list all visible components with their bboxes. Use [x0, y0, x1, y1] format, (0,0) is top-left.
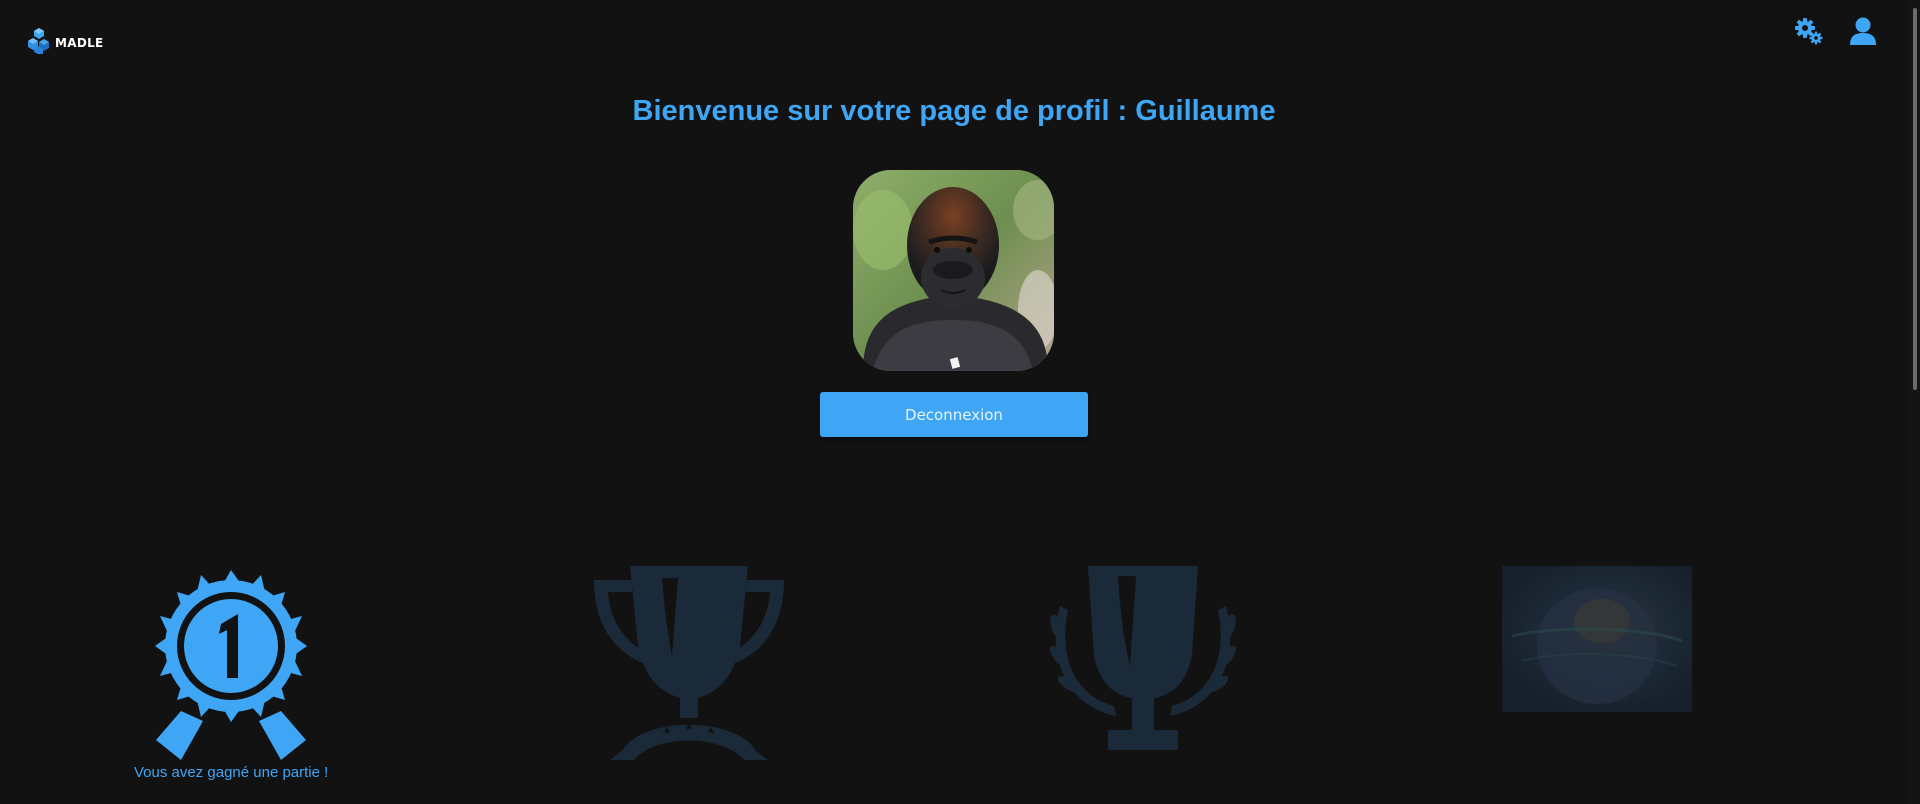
page-title: Bienvenue sur votre page de profil : Gui… [632, 95, 1276, 127]
achievement-first-win: Vous avez gagné une partie ! [134, 566, 328, 781]
logout-button[interactable]: Deconnexion [820, 392, 1088, 437]
user-icon[interactable] [1848, 16, 1878, 46]
page-scrollbar[interactable] [1910, 0, 1920, 804]
scrollbar-thumb[interactable] [1913, 8, 1917, 390]
trophy-stars-icon [594, 566, 784, 760]
achievement-locked-trophy-stars [592, 566, 786, 760]
trophy-laurel-icon [1049, 566, 1237, 750]
app-name: MADLE [55, 36, 104, 50]
cubes-logo-icon [28, 28, 49, 54]
achievement-label: Vous avez gagné une partie ! [134, 764, 329, 781]
gorilla-avatar [853, 170, 1054, 371]
achievement-locked-cosmic [1502, 566, 1692, 712]
avatar [853, 170, 1054, 371]
gears-icon[interactable] [1794, 16, 1824, 46]
header-actions [1794, 16, 1878, 46]
cosmic-brain-image [1502, 566, 1692, 712]
app-logo[interactable]: MADLE [25, 27, 104, 55]
profile-page: MADLE Bienvenue sur votre page de profil… [0, 0, 1920, 804]
first-place-ribbon-icon [155, 570, 308, 760]
achievement-locked-trophy-laurel [1046, 566, 1240, 756]
